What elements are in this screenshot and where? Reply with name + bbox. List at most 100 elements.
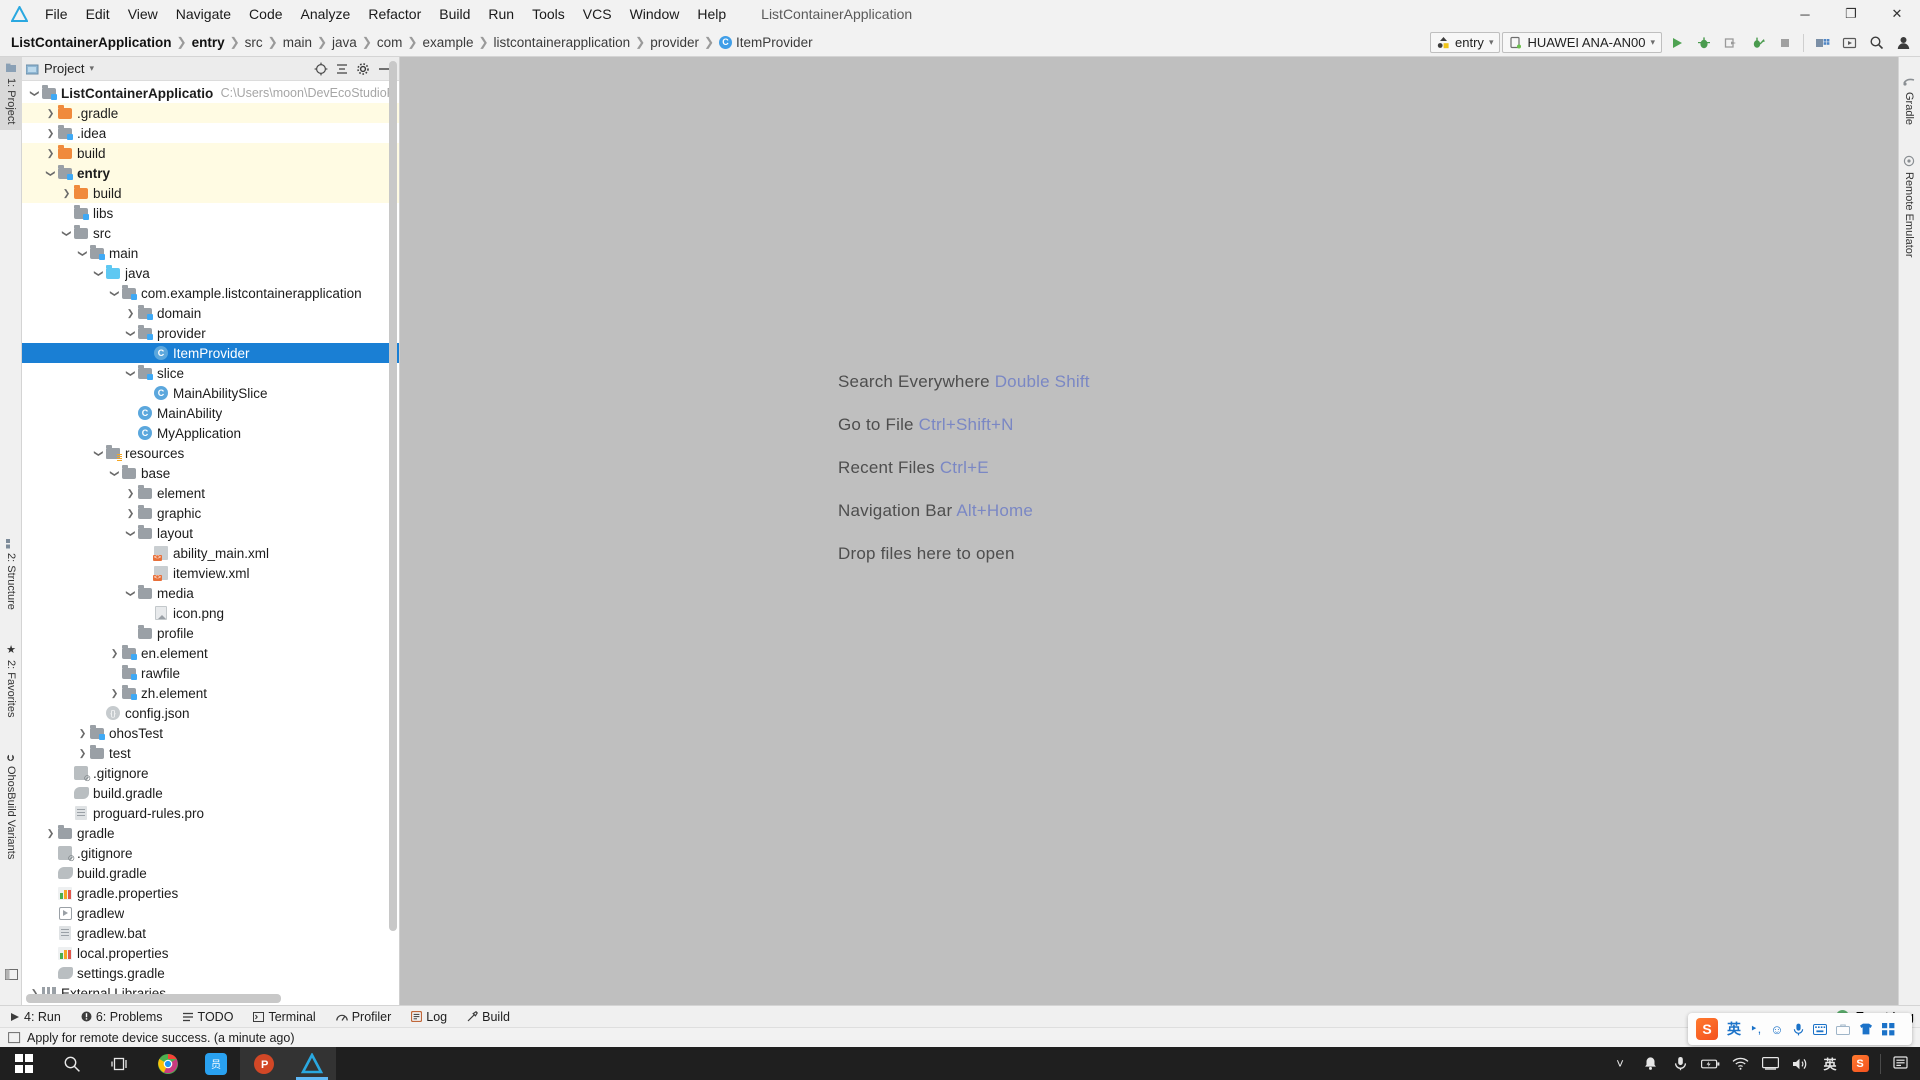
chevron-right-icon[interactable]: ❯ — [124, 308, 137, 319]
skin-icon[interactable] — [1859, 1023, 1873, 1035]
chevron-down-icon[interactable]: ❯ — [93, 447, 104, 460]
menu-item-vcs[interactable]: VCS — [574, 3, 621, 25]
sidebar-item-remote-emulator[interactable]: Remote Emulator — [1898, 149, 1920, 264]
chevron-right-icon[interactable]: ❯ — [44, 128, 57, 139]
chevron-down-icon[interactable]: ❯ — [125, 327, 136, 340]
chevron-down-icon[interactable]: ❯ — [109, 467, 120, 480]
menu-item-view[interactable]: View — [119, 3, 167, 25]
chevron-right-icon[interactable]: ❯ — [108, 648, 121, 659]
project-tree-vertical-scrollbar[interactable] — [389, 61, 397, 961]
close-button[interactable]: ✕ — [1874, 0, 1920, 28]
minimize-button[interactable]: ─ — [1782, 0, 1828, 28]
tree-node-provider[interactable]: ❯ provider — [22, 323, 399, 343]
run-with-coverage-button[interactable] — [1718, 31, 1743, 54]
bottom-tab-todo[interactable]: TODO — [173, 1010, 244, 1024]
menu-item-help[interactable]: Help — [688, 3, 735, 25]
tree-node-listcontainerapplication[interactable]: ❯ ListContainerApplication C:\Users\moon\D… — [22, 83, 399, 103]
chevron-down-icon[interactable]: ▾ — [89, 63, 94, 74]
menu-item-window[interactable]: Window — [621, 3, 689, 25]
tree-node-domain[interactable]: ❯ domain — [22, 303, 399, 323]
menu-item-refactor[interactable]: Refactor — [359, 3, 430, 25]
tree-node-zh-element[interactable]: ❯ zh.element — [22, 683, 399, 703]
bottom-tab-6-problems[interactable]: 6: Problems — [71, 1010, 173, 1024]
debug-button[interactable] — [1691, 31, 1716, 54]
volume-icon[interactable] — [1785, 1047, 1815, 1080]
wifi-icon[interactable] — [1725, 1047, 1755, 1080]
menu-item-run[interactable]: Run — [479, 3, 523, 25]
tree-node-en-element[interactable]: ❯ en.element — [22, 643, 399, 663]
breadcrumb-item[interactable]: entry — [189, 35, 228, 50]
menu-item-code[interactable]: Code — [240, 3, 291, 25]
tree-node-base[interactable]: ❯ base — [22, 463, 399, 483]
sidebar-item-structure[interactable]: 2: Structure — [0, 533, 22, 616]
tree-node-mainability[interactable]: C MainAbility — [22, 403, 399, 423]
project-tree-horizontal-scrollbar[interactable] — [26, 994, 394, 1003]
tree-node-config-json[interactable]: config.json — [22, 703, 399, 723]
bell-icon[interactable] — [1635, 1047, 1665, 1080]
breadcrumb-item[interactable]: provider — [647, 35, 702, 50]
ime-toolbar[interactable]: S 英 ‣, ☺ — [1688, 1013, 1912, 1045]
tray-sogou-icon[interactable]: S — [1845, 1047, 1875, 1080]
tree-node-proguard-rules-pro[interactable]: proguard-rules.pro — [22, 803, 399, 823]
start-button[interactable] — [0, 1047, 48, 1080]
sidebar-item-ohosbuild-variants[interactable]: ➲ OhosBuild Variants — [0, 747, 22, 866]
run-button[interactable] — [1664, 31, 1689, 54]
chevron-down-icon[interactable]: ❯ — [109, 287, 120, 300]
menu-item-navigate[interactable]: Navigate — [167, 3, 240, 25]
tree-node-gradle-properties[interactable]: gradle.properties — [22, 883, 399, 903]
menu-item-file[interactable]: File — [36, 3, 77, 25]
chevron-down-icon[interactable]: ❯ — [125, 367, 136, 380]
tree-node-profile[interactable]: profile — [22, 623, 399, 643]
chevron-right-icon[interactable]: ❯ — [76, 728, 89, 739]
sidebar-item-favorites[interactable]: ★ 2: Favorites — [0, 637, 22, 723]
tree-node-ohostest[interactable]: ❯ ohosTest — [22, 723, 399, 743]
bottom-tab-profiler[interactable]: Profiler — [326, 1010, 402, 1024]
settings-gear-icon[interactable] — [356, 62, 370, 76]
tree-node-test[interactable]: ❯ test — [22, 743, 399, 763]
tree-node-local-properties[interactable]: local.properties — [22, 943, 399, 963]
tree-node-slice[interactable]: ❯ slice — [22, 363, 399, 383]
chevron-down-icon[interactable]: ❯ — [125, 587, 136, 600]
run-configuration-selector[interactable]: entry ▾ — [1430, 32, 1501, 53]
tree-node--gradle[interactable]: ❯ .gradle — [22, 103, 399, 123]
sogou-logo-icon[interactable]: S — [1696, 1018, 1718, 1040]
tree-node-gradlew[interactable]: gradlew — [22, 903, 399, 923]
project-structure-button[interactable] — [1810, 31, 1835, 54]
chevron-down-icon[interactable]: ❯ — [77, 247, 88, 260]
search-taskbar-button[interactable] — [48, 1047, 96, 1080]
tree-node-element[interactable]: ❯ element — [22, 483, 399, 503]
chevron-right-icon[interactable]: ❯ — [60, 188, 73, 199]
bottom-tab-build[interactable]: Build — [457, 1010, 520, 1024]
tree-node-src[interactable]: ❯ src — [22, 223, 399, 243]
tree-node-java[interactable]: ❯ java — [22, 263, 399, 283]
bottom-tab-4-run[interactable]: 4: Run — [0, 1010, 71, 1024]
wps-taskbar-button[interactable]: 员 — [192, 1047, 240, 1080]
menu-item-edit[interactable]: Edit — [77, 3, 119, 25]
tree-node-resources[interactable]: ❯ resources — [22, 443, 399, 463]
battery-icon[interactable] — [1695, 1047, 1725, 1080]
chevron-right-icon[interactable]: ❯ — [44, 828, 57, 839]
sidebar-item-gradle[interactable]: Gradle — [1898, 71, 1920, 131]
tray-language-label[interactable]: 英 — [1815, 1047, 1845, 1080]
bottom-tab-terminal[interactable]: Terminal — [243, 1010, 325, 1024]
tree-node-build[interactable]: ❯ build — [22, 183, 399, 203]
chevron-down-icon[interactable]: ❯ — [29, 87, 40, 100]
search-everywhere-button[interactable] — [1864, 31, 1889, 54]
tree-node-libs[interactable]: libs — [22, 203, 399, 223]
breadcrumb-item[interactable]: src — [242, 35, 266, 50]
bottom-tab-log[interactable]: Log — [401, 1010, 457, 1024]
tree-node-entry[interactable]: ❯ entry — [22, 163, 399, 183]
scrollbar-thumb[interactable] — [389, 61, 397, 931]
project-tree[interactable]: ❯ ListContainerApplication C:\Users\moon\D… — [22, 81, 399, 1005]
microphone-icon[interactable] — [1665, 1047, 1695, 1080]
tree-node-graphic[interactable]: ❯ graphic — [22, 503, 399, 523]
tree-node-gradlew-bat[interactable]: gradlew.bat — [22, 923, 399, 943]
hide-all-windows-icon[interactable] — [0, 963, 22, 986]
menu-item-build[interactable]: Build — [430, 3, 479, 25]
chevron-down-icon[interactable]: ❯ — [45, 167, 56, 180]
chevron-up-icon[interactable]: ˅ — [1605, 1047, 1635, 1080]
tree-node-icon-png[interactable]: icon.png — [22, 603, 399, 623]
breadcrumb-item[interactable]: com — [374, 35, 406, 50]
breadcrumb-item[interactable]: listcontainerapplication — [491, 35, 634, 50]
chevron-right-icon[interactable]: ❯ — [44, 148, 57, 159]
